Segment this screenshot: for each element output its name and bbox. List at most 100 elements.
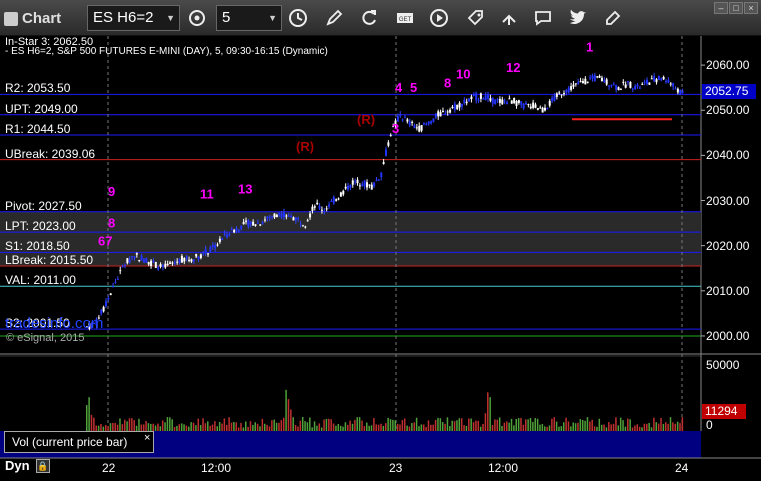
tag-icon[interactable]: [602, 7, 624, 29]
volume-bar: [292, 417, 294, 431]
volume-bar: [501, 425, 503, 431]
volume-bar: [641, 427, 643, 431]
candle-body: [138, 259, 141, 261]
candle-body: [249, 222, 252, 225]
candle-body: [337, 198, 340, 200]
volume-bar: [418, 426, 420, 431]
volume-bar: [463, 425, 465, 431]
tag-icon[interactable]: [465, 7, 487, 29]
candle-body: [218, 238, 221, 242]
candle-body: [482, 98, 485, 100]
candle-body: [444, 113, 447, 115]
candle-body: [306, 220, 309, 222]
volume-bar: [169, 417, 171, 431]
candle-body: [515, 101, 518, 106]
interval-settings-icon[interactable]: [186, 7, 208, 29]
candle-body: [411, 121, 414, 123]
candle-body: [121, 266, 124, 268]
volume-bar: [406, 425, 408, 431]
candle-body: [558, 92, 561, 94]
lock-icon[interactable]: 🔒: [36, 459, 50, 473]
candle-body: [185, 256, 188, 259]
volume-bar: [171, 419, 173, 431]
volume-bar: [415, 417, 418, 431]
window-close-icon[interactable]: ×: [744, 2, 758, 14]
volume-bar: [408, 426, 411, 431]
volume-bar: [204, 423, 207, 431]
volume-bar: [589, 421, 591, 431]
volume-bar: [643, 423, 646, 431]
play-icon[interactable]: [428, 7, 450, 29]
volume-bar: [551, 418, 553, 431]
candle-body: [161, 265, 164, 268]
volume-bar: [520, 417, 522, 431]
candle-body: [147, 262, 150, 265]
candle-body: [330, 200, 333, 202]
candle-body: [228, 233, 231, 236]
level-label: R1: 2044.50: [5, 122, 71, 137]
candle-body: [273, 213, 276, 218]
volume-bar: [256, 423, 259, 431]
volume-bar: [330, 419, 332, 431]
chevron-down-icon[interactable]: ▼: [268, 6, 277, 30]
candle-body: [491, 97, 494, 104]
candle-body: [275, 214, 278, 218]
candle-body: [294, 217, 297, 221]
get-data-icon[interactable]: GET: [394, 7, 416, 29]
candle-body: [166, 263, 169, 265]
candle-body: [439, 112, 442, 117]
candle-body: [271, 216, 274, 218]
interval-input[interactable]: 5 ▼: [216, 5, 282, 31]
window-max-icon[interactable]: □: [729, 2, 743, 14]
tdseq-annotation: 8: [444, 76, 451, 91]
volume-bar: [161, 420, 164, 431]
candle-body: [401, 119, 404, 121]
candle-body: [605, 79, 608, 85]
candle-body: [242, 222, 245, 225]
candle-body: [612, 84, 615, 86]
candle-body: [551, 98, 554, 101]
candle-body: [631, 88, 634, 90]
dynamic-mode-label[interactable]: Dyn: [5, 458, 30, 473]
candle-body: [468, 98, 471, 102]
candle-body: [366, 182, 369, 188]
chevron-down-icon[interactable]: ▼: [166, 6, 175, 30]
twitter-icon[interactable]: [567, 7, 589, 29]
share-icon[interactable]: [498, 7, 520, 29]
volume-bar: [247, 426, 249, 431]
candle-body: [325, 208, 328, 210]
refresh-icon[interactable]: [358, 7, 380, 29]
candle-body: [641, 83, 644, 85]
volume-bar: [577, 422, 579, 431]
candle-body: [536, 108, 539, 110]
candle-body: [479, 93, 482, 99]
price-chart[interactable]: 9 8 67 11 13 (R) (R) 3 4 5 8 10 12 1: [0, 36, 761, 481]
candle-body: [142, 259, 145, 263]
clock-icon[interactable]: [287, 7, 309, 29]
candle-body: [358, 185, 361, 187]
draw-pencil-icon[interactable]: [323, 7, 345, 29]
candle-body: [237, 230, 240, 232]
volume-bar: [214, 421, 216, 431]
candle-body: [427, 121, 430, 124]
candle-body: [579, 81, 582, 83]
close-icon[interactable]: ×: [144, 432, 150, 444]
candle-body: [529, 106, 532, 109]
candle-body: [674, 88, 677, 90]
candle-body: [259, 224, 262, 226]
volume-bar: [268, 426, 271, 431]
candle-body: [593, 75, 596, 81]
volume-bar: [387, 417, 389, 431]
volume-bar: [306, 422, 309, 431]
volume-bar: [468, 418, 470, 431]
volume-bar: [223, 418, 226, 431]
candle-body: [615, 84, 618, 90]
candle-body: [244, 220, 247, 222]
volume-bar: [525, 419, 527, 431]
window-min-icon[interactable]: –: [714, 2, 728, 14]
volume-bar: [297, 426, 299, 431]
symbol-input[interactable]: ES H6=2 ▼: [87, 5, 180, 31]
candle-body: [437, 111, 440, 117]
volume-bar: [636, 424, 639, 431]
comment-icon[interactable]: [532, 7, 554, 29]
